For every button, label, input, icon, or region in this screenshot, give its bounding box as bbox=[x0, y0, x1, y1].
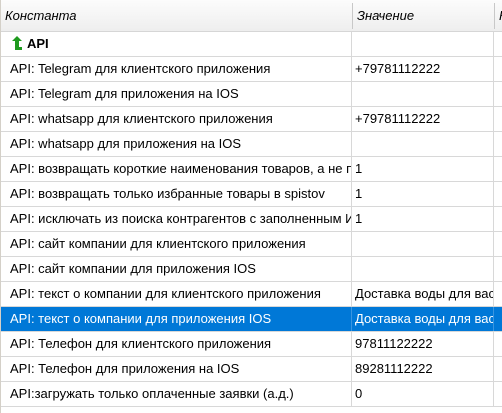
constant-value-cell[interactable]: 0 bbox=[352, 382, 494, 406]
constant-name-cell[interactable]: API: возвращать только избранные товары … bbox=[1, 182, 352, 206]
third-column-cell[interactable] bbox=[494, 107, 502, 131]
constant-value-cell[interactable]: +79781112222 bbox=[352, 107, 494, 131]
constant-name-cell[interactable]: API: исключать из поиска контрагентов с … bbox=[1, 207, 352, 231]
constants-grid: Константа Значение К API API: Telegram д… bbox=[0, 0, 502, 413]
constant-name-cell[interactable]: API: возвращать короткие наименования то… bbox=[1, 157, 352, 181]
third-column-cell[interactable] bbox=[494, 282, 502, 306]
table-row[interactable]: API: Телефон для клиентского приложения 9… bbox=[1, 332, 502, 357]
table-row[interactable]: API: возвращать короткие наименования то… bbox=[1, 157, 502, 182]
constant-value-cell[interactable]: 89281112222 bbox=[352, 357, 494, 381]
column-header-third[interactable]: К bbox=[495, 0, 502, 32]
table-row[interactable]: API: возвращать только избранные товары … bbox=[1, 182, 502, 207]
group-value-cell bbox=[352, 32, 494, 56]
third-column-cell[interactable] bbox=[494, 382, 502, 406]
table-row[interactable]: API: исключать из поиска контрагентов с … bbox=[1, 207, 502, 232]
constant-name-cell[interactable]: API: сайт компании для приложения IOS bbox=[1, 257, 352, 281]
table-row[interactable]: API: сайт компании для приложения IOS bbox=[1, 257, 502, 282]
constant-name-cell[interactable]: API: whatsapp для приложения на IOS bbox=[1, 132, 352, 156]
grid-rows: API API: Telegram для клиентского прилож… bbox=[1, 32, 502, 407]
third-column-cell[interactable] bbox=[494, 332, 502, 356]
constant-value-cell[interactable]: Доставка воды для вас bbox=[352, 307, 494, 331]
constant-name-cell[interactable]: API: Telegram для приложения на IOS bbox=[1, 82, 352, 106]
third-column-cell[interactable] bbox=[494, 182, 502, 206]
table-row[interactable]: API: текст о компании для клиентского пр… bbox=[1, 282, 502, 307]
green-up-arrow-icon bbox=[12, 36, 22, 50]
column-header-constant[interactable]: Константа bbox=[1, 0, 352, 32]
constant-name-cell[interactable]: API: сайт компании для клиентского прило… bbox=[1, 232, 352, 256]
constant-name-cell[interactable]: API:загружать только оплаченные заявки (… bbox=[1, 382, 352, 406]
third-column-cell[interactable] bbox=[494, 82, 502, 106]
group-row-api[interactable]: API bbox=[1, 32, 502, 57]
third-column-cell[interactable] bbox=[494, 307, 502, 331]
table-row[interactable]: API: whatsapp для приложения на IOS bbox=[1, 132, 502, 157]
third-column-cell[interactable] bbox=[494, 132, 502, 156]
column-header-value[interactable]: Значение bbox=[353, 0, 494, 32]
constant-value-cell[interactable]: 1 bbox=[352, 157, 494, 181]
third-column-cell[interactable] bbox=[494, 257, 502, 281]
constant-value-cell[interactable] bbox=[352, 82, 494, 106]
group-cell: API bbox=[1, 32, 352, 56]
constant-value-cell[interactable] bbox=[352, 132, 494, 156]
third-column-cell[interactable] bbox=[494, 232, 502, 256]
constant-value-cell[interactable] bbox=[352, 257, 494, 281]
constant-value-cell[interactable]: 1 bbox=[352, 207, 494, 231]
group-label: API bbox=[27, 36, 49, 51]
constant-name-cell[interactable]: API: текст о компании для приложения IOS bbox=[1, 307, 352, 331]
table-row[interactable]: API: сайт компании для клиентского прило… bbox=[1, 232, 502, 257]
third-column-cell[interactable] bbox=[494, 157, 502, 181]
constant-value-cell[interactable]: 97811122222 bbox=[352, 332, 494, 356]
constant-value-cell[interactable]: 1 bbox=[352, 182, 494, 206]
table-row[interactable]: API:загружать только оплаченные заявки (… bbox=[1, 382, 502, 407]
grid-header: Константа Значение К bbox=[1, 0, 502, 32]
constant-name-cell[interactable]: API: Телефон для клиентского приложения bbox=[1, 332, 352, 356]
table-row[interactable]: API: Telegram для клиентского приложения… bbox=[1, 57, 502, 82]
constant-name-cell[interactable]: API: Телефон для приложения на IOS bbox=[1, 357, 352, 381]
table-row[interactable]: API: whatsapp для клиентского приложения… bbox=[1, 107, 502, 132]
third-column-cell[interactable] bbox=[494, 207, 502, 231]
table-row[interactable]: API: Телефон для приложения на IOS 892811… bbox=[1, 357, 502, 382]
constant-name-cell[interactable]: API: текст о компании для клиентского пр… bbox=[1, 282, 352, 306]
constant-value-cell[interactable] bbox=[352, 232, 494, 256]
constant-name-cell[interactable]: API: Telegram для клиентского приложения bbox=[1, 57, 352, 81]
third-column-cell[interactable] bbox=[494, 357, 502, 381]
third-column-cell[interactable] bbox=[494, 57, 502, 81]
table-row[interactable]: API: текст о компании для приложения IOS… bbox=[1, 307, 502, 332]
constant-value-cell[interactable]: +79781112222 bbox=[352, 57, 494, 81]
table-row[interactable]: API: Telegram для приложения на IOS bbox=[1, 82, 502, 107]
constant-name-cell[interactable]: API: whatsapp для клиентского приложения bbox=[1, 107, 352, 131]
constant-value-cell[interactable]: Доставка воды для вас bbox=[352, 282, 494, 306]
group-third-cell bbox=[494, 32, 502, 56]
